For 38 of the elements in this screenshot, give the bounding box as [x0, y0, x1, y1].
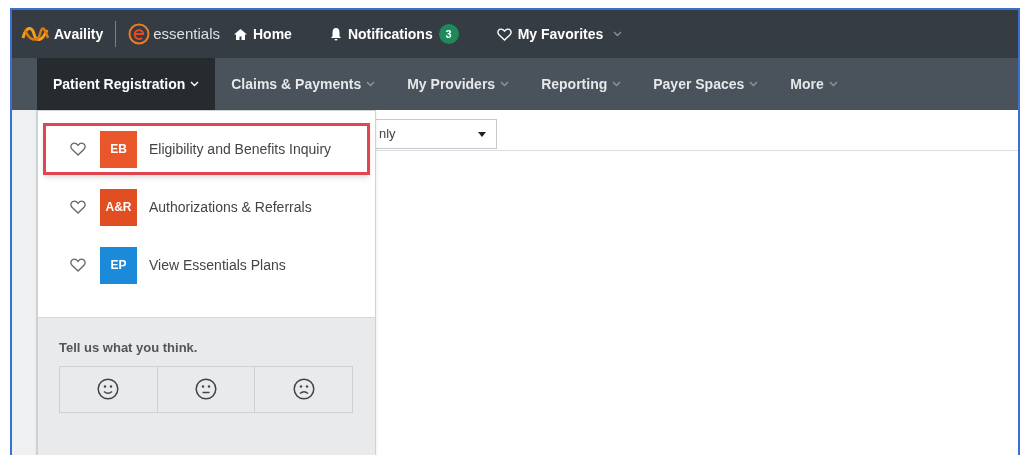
sad-face-icon — [292, 378, 315, 400]
chevron-icon — [828, 81, 838, 87]
neutral-face-icon — [195, 378, 217, 400]
home-icon — [234, 28, 247, 40]
chevron-icon — [190, 81, 200, 87]
feedback-prompt: Tell us what you think. — [59, 339, 199, 357]
menu-item[interactable]: EB Eligibility and Benefits Inquiry — [43, 123, 370, 175]
app-badge: A&R — [100, 188, 137, 226]
heart-icon — [496, 27, 512, 41]
happy-face-icon — [97, 378, 120, 400]
chevron-icon — [500, 81, 510, 87]
chevron-icon — [749, 81, 759, 87]
top-nav-link[interactable]: My Favorites — [517, 23, 604, 45]
nav-tab[interactable]: More — [774, 58, 854, 110]
brand-name: Availity — [54, 24, 104, 44]
heart-icon[interactable] — [70, 200, 86, 214]
nav-tab[interactable]: My Providers — [391, 58, 526, 110]
heart-icon[interactable] — [70, 258, 86, 272]
nav-tab[interactable]: Payer Spaces — [637, 58, 775, 110]
heart-icon[interactable] — [70, 142, 86, 156]
bell-icon — [329, 27, 342, 41]
caret-icon — [478, 131, 486, 137]
top-nav-link[interactable]: Notifications — [347, 23, 433, 45]
chevron-icon — [366, 81, 376, 87]
logo-icon — [20, 24, 50, 44]
app-badge: EP — [100, 246, 137, 284]
nav-tab[interactable]: Patient Registration — [37, 58, 216, 110]
chevron-icon — [612, 81, 622, 87]
top-nav-link[interactable]: Home — [253, 23, 292, 45]
chevron-icon — [613, 31, 623, 37]
product-name: essentials — [153, 23, 220, 44]
app-badge: EB — [100, 130, 137, 168]
menu-item[interactable]: EP View Essentials Plans — [43, 239, 370, 291]
essentials-logo-icon — [128, 23, 151, 45]
menu-item[interactable]: A&R Authorizations & Referrals — [43, 181, 370, 233]
notification-count: 3 — [438, 24, 459, 44]
nav-tab[interactable]: Claims & Payments — [215, 58, 392, 110]
nav-tab[interactable]: Reporting — [525, 58, 638, 110]
